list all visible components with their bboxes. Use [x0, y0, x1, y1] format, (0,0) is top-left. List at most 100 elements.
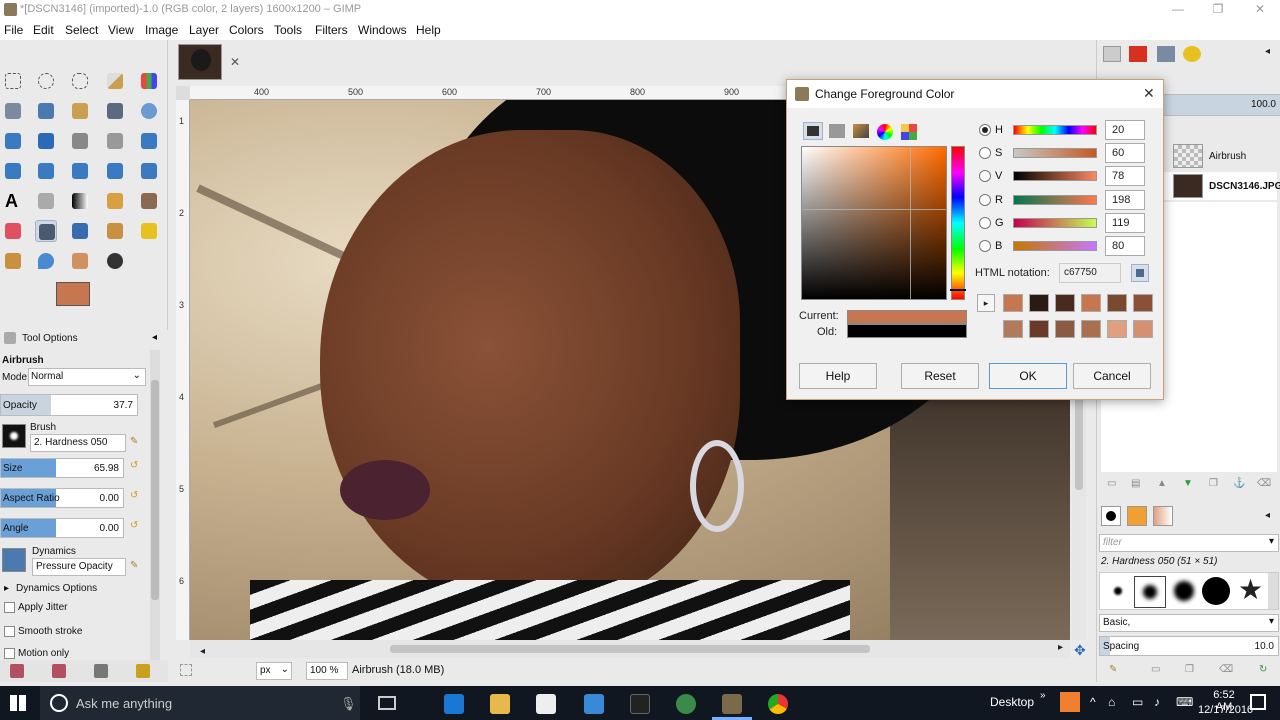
menu-tools[interactable]: Tools: [274, 23, 302, 37]
menu-filters[interactable]: Filters: [315, 23, 348, 37]
hue-strip[interactable]: [950, 146, 966, 300]
foreground-color-swatch[interactable]: [56, 282, 90, 306]
paintbrush-icon[interactable]: [138, 190, 160, 212]
show-hidden-icons-chevron[interactable]: ^: [1090, 695, 1096, 709]
bucket-fill-icon[interactable]: [35, 190, 57, 212]
panel-menu-icon[interactable]: ◂: [1265, 510, 1270, 521]
gimp-taskbar-icon[interactable]: [722, 694, 742, 714]
scroll-left-icon[interactable]: ◂: [200, 646, 205, 657]
network-icon[interactable]: ⌂: [1108, 695, 1115, 709]
angle-slider[interactable]: Angle 0.00: [0, 518, 124, 538]
history-swatch[interactable]: [1003, 294, 1023, 312]
history-swatch[interactable]: [1133, 320, 1153, 338]
perspective-clone-icon[interactable]: [2, 250, 24, 272]
delete-layer-icon[interactable]: ⌫: [1257, 478, 1271, 489]
unit-select[interactable]: px ⌄: [256, 662, 292, 680]
reset-size-icon[interactable]: ↺: [130, 460, 138, 471]
reset-angle-icon[interactable]: ↺: [130, 520, 138, 531]
red-scale[interactable]: [1013, 195, 1097, 205]
maximize-button[interactable]: ❐: [1210, 2, 1226, 16]
value-value-input[interactable]: 78: [1105, 166, 1145, 186]
refresh-brushes-icon[interactable]: ↻: [1259, 664, 1267, 675]
clock-date[interactable]: 12/17/2016: [1198, 704, 1253, 716]
history-swatch[interactable]: [1081, 294, 1101, 312]
help-button[interactable]: Help: [799, 363, 877, 389]
quick-mask-corner[interactable]: [176, 86, 190, 100]
reset-aspect-icon[interactable]: ↺: [130, 490, 138, 501]
cage-transform-icon[interactable]: [138, 160, 160, 182]
windows-start-icon[interactable]: [10, 695, 26, 711]
scale-icon[interactable]: [2, 160, 24, 182]
menu-view[interactable]: View: [108, 23, 134, 37]
palette-selector-tab[interactable]: [901, 124, 917, 140]
brush-grid-scrollbar[interactable]: [1268, 573, 1278, 609]
edit-dynamics-icon[interactable]: ✎: [130, 560, 138, 571]
green-scale[interactable]: [1013, 218, 1097, 228]
new-layer-icon[interactable]: ▭: [1107, 478, 1116, 489]
history-swatch[interactable]: [1107, 320, 1127, 338]
tool-options-scrollbar[interactable]: [150, 350, 160, 660]
wheel-selector-tab[interactable]: [877, 124, 893, 140]
scroll-right-icon[interactable]: ▸: [1058, 642, 1063, 653]
crop-icon[interactable]: [104, 130, 126, 152]
save-options-icon[interactable]: [10, 664, 24, 678]
history-swatch[interactable]: [1107, 294, 1127, 312]
gradients-tab-icon[interactable]: [1153, 506, 1173, 526]
dodge-burn-icon[interactable]: [104, 250, 126, 272]
edit-brush-icon[interactable]: ✎: [130, 436, 138, 447]
duplicate-brush-icon[interactable]: ❐: [1185, 664, 1194, 675]
dynamics-options-expander[interactable]: Dynamics Options: [16, 583, 97, 594]
brushes-tab-icon[interactable]: [1101, 506, 1121, 526]
menu-windows[interactable]: Windows: [358, 23, 407, 37]
flip-icon[interactable]: [104, 160, 126, 182]
image-tab-thumbnail[interactable]: [178, 44, 222, 80]
brush-field[interactable]: 2. Hardness 050: [30, 434, 126, 452]
edge-browser-icon[interactable]: [444, 694, 464, 714]
free-select-icon[interactable]: [69, 70, 91, 92]
smooth-stroke-checkbox[interactable]: [4, 626, 15, 637]
history-swatch[interactable]: [1133, 294, 1153, 312]
heal-icon[interactable]: [138, 220, 160, 242]
toolbar-chevron-icon[interactable]: »: [1040, 690, 1046, 701]
cancel-button[interactable]: Cancel: [1073, 363, 1151, 389]
anchor-layer-icon[interactable]: ⚓: [1233, 478, 1245, 489]
tray-app-icon[interactable]: [1060, 692, 1080, 712]
keyboard-icon[interactable]: ⌨: [1176, 695, 1193, 709]
undo-dock-icon[interactable]: [1183, 46, 1201, 62]
brush-tag-input[interactable]: Basic, ▾: [1099, 614, 1279, 632]
brush-item[interactable]: [1174, 581, 1194, 601]
file-explorer-icon[interactable]: [490, 694, 510, 714]
star-brush-icon[interactable]: ★: [1238, 573, 1263, 607]
lower-layer-icon[interactable]: ▼: [1183, 478, 1193, 489]
airbrush-icon[interactable]: [35, 220, 57, 242]
history-swatch[interactable]: [1029, 320, 1049, 338]
shear-icon[interactable]: [35, 160, 57, 182]
watercolor-selector-tab[interactable]: [853, 124, 869, 138]
blue-radio[interactable]: [979, 240, 991, 252]
layers-dock-icon[interactable]: [1129, 46, 1147, 62]
tool-options-header[interactable]: Tool Options: [22, 333, 78, 344]
brush-item[interactable]: [1202, 577, 1230, 605]
task-view-icon[interactable]: [378, 696, 396, 710]
zoom-select[interactable]: 100 %: [306, 662, 348, 680]
perspective-icon[interactable]: [69, 160, 91, 182]
green-value-input[interactable]: 119: [1105, 213, 1145, 233]
menu-edit[interactable]: Edit: [33, 23, 54, 37]
action-center-icon[interactable]: [1250, 694, 1266, 710]
blue-scale[interactable]: [1013, 241, 1097, 251]
zoom-icon[interactable]: [138, 100, 160, 122]
history-swatch[interactable]: [1029, 294, 1049, 312]
reset-options-icon[interactable]: [136, 664, 150, 678]
saturation-scale[interactable]: [1013, 148, 1097, 158]
saturation-radio[interactable]: [979, 147, 991, 159]
rotate-icon[interactable]: [138, 130, 160, 152]
desktop-toolbar-label[interactable]: Desktop: [990, 695, 1034, 709]
clone-icon[interactable]: [104, 220, 126, 242]
panel-menu-icon[interactable]: ◂: [1265, 46, 1270, 57]
move-icon[interactable]: [35, 130, 57, 152]
blur-icon[interactable]: [35, 250, 57, 272]
brush-preview[interactable]: [2, 424, 26, 448]
new-layer-group-icon[interactable]: ▤: [1131, 478, 1140, 489]
layer-opacity-slider[interactable]: 100.0: [1163, 94, 1280, 116]
history-swatch[interactable]: [1081, 320, 1101, 338]
